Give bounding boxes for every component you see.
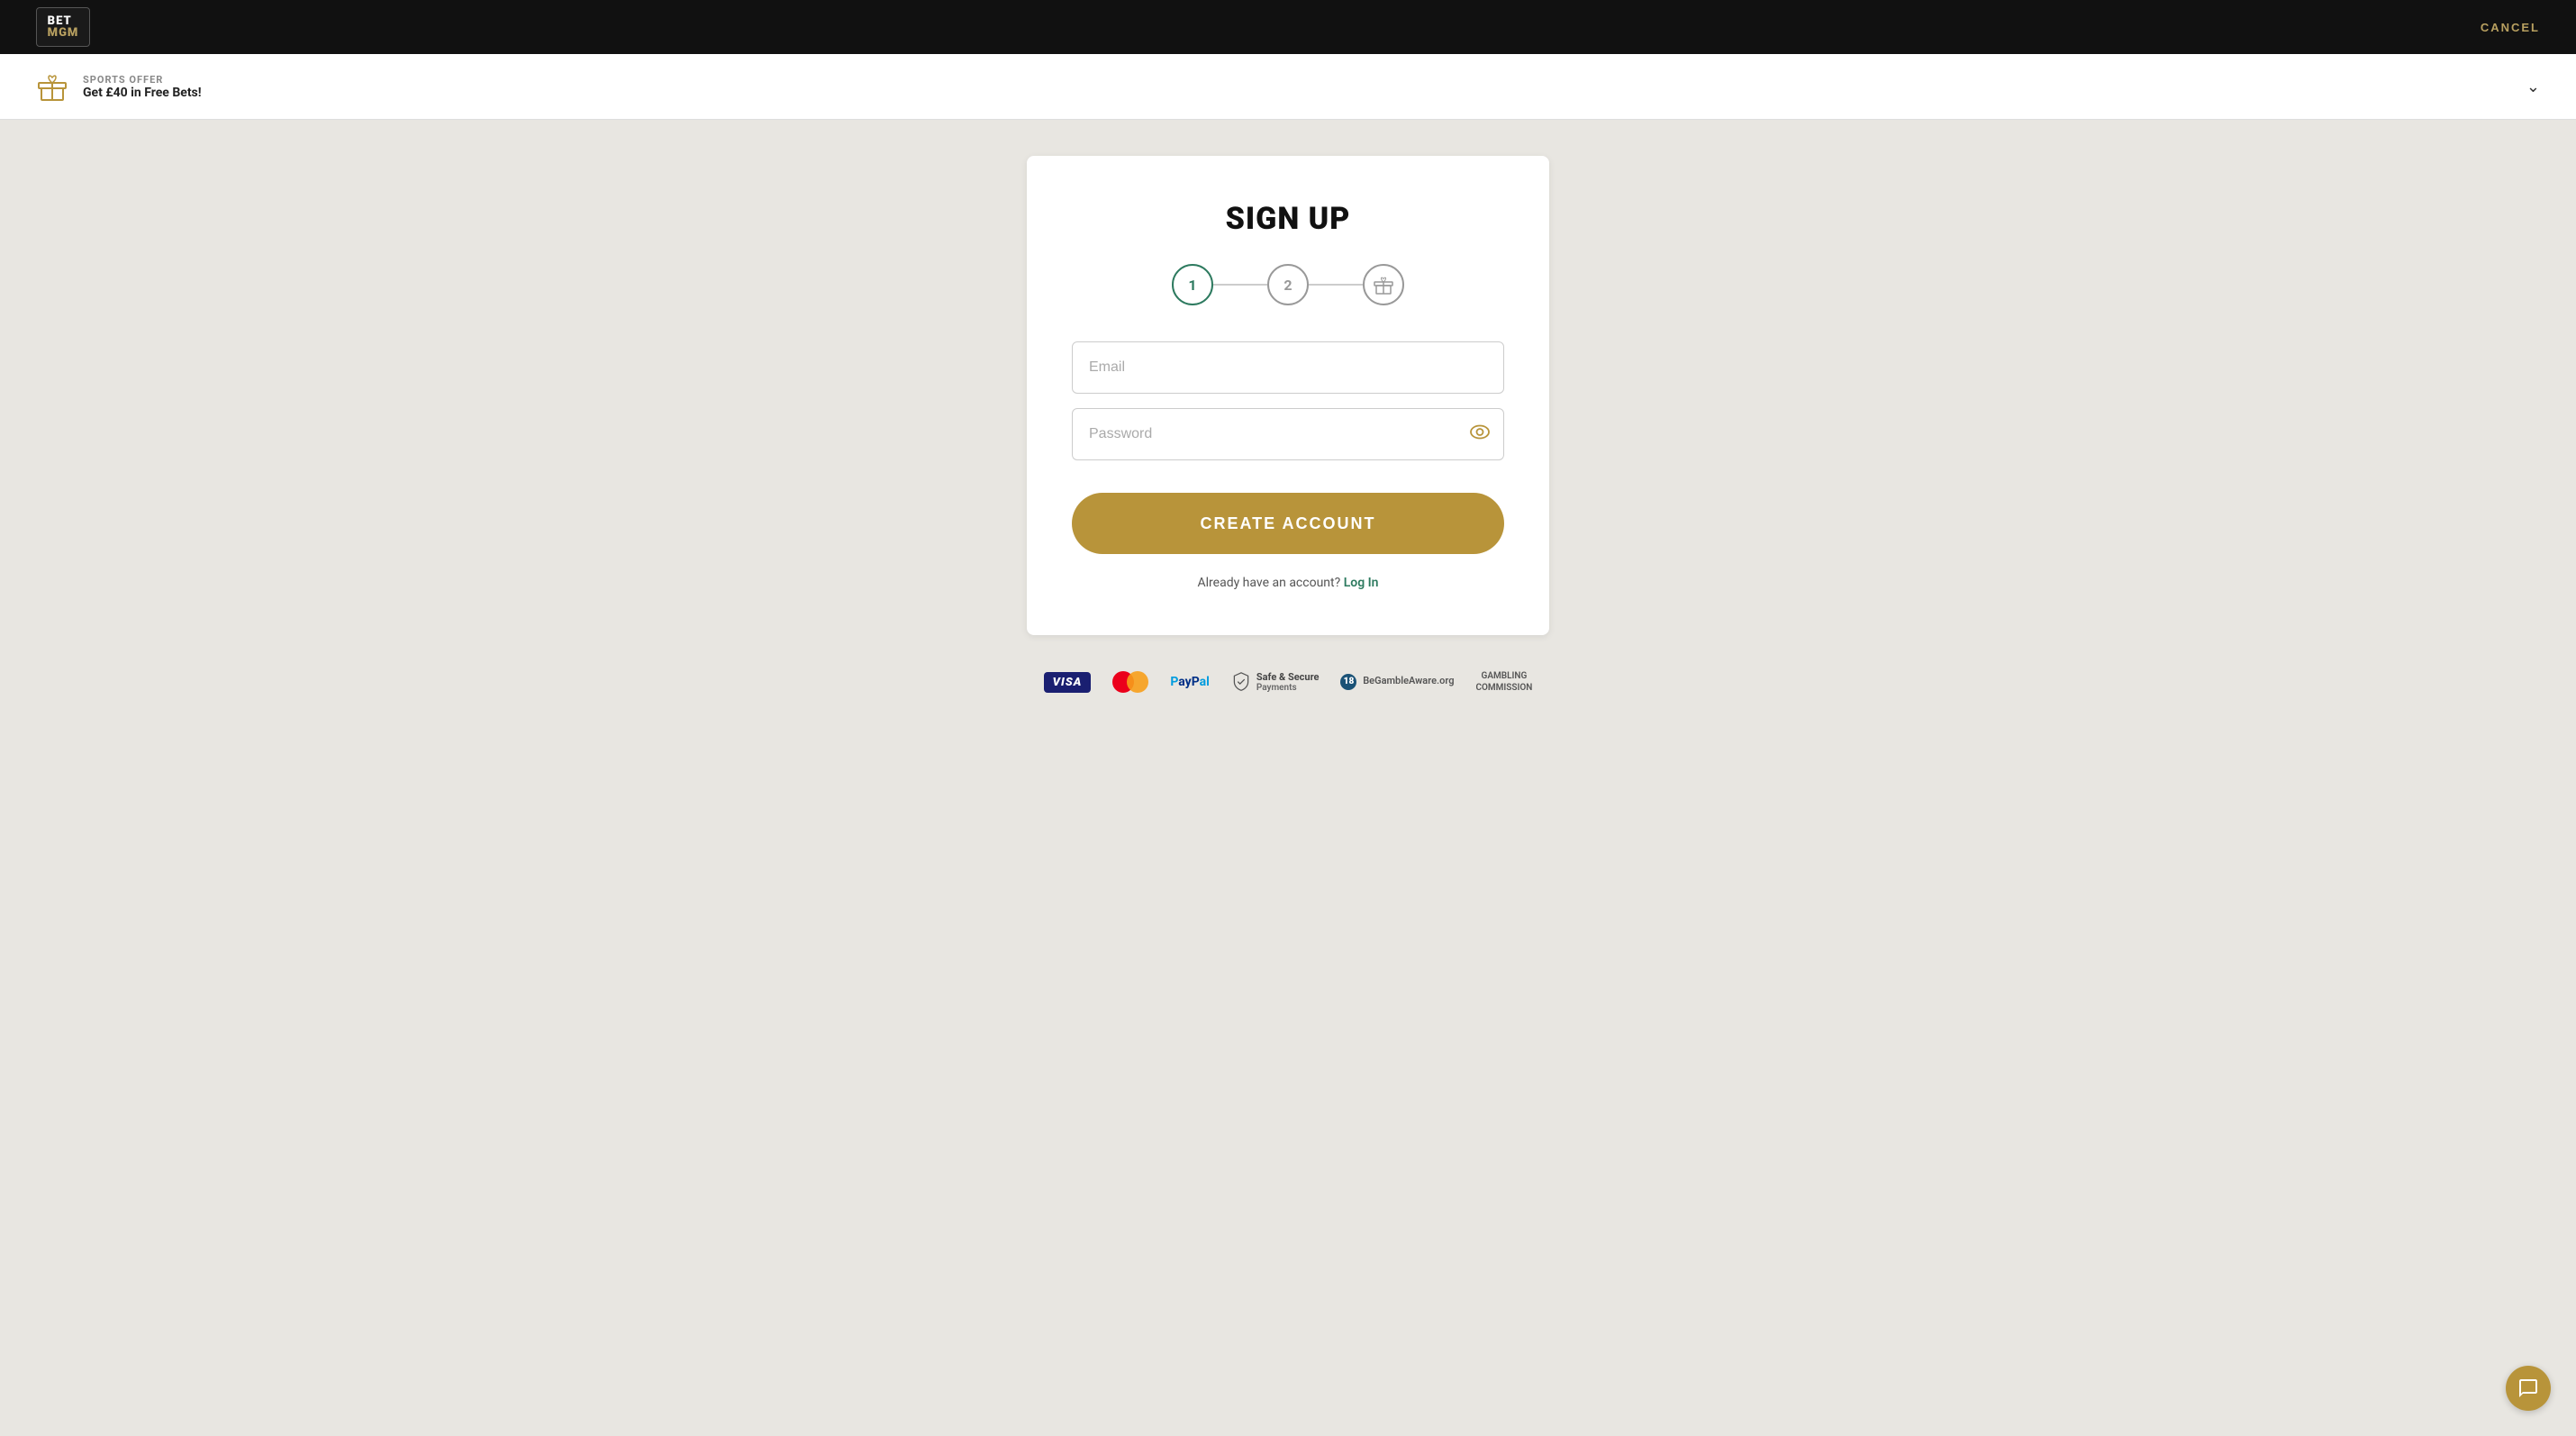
gift-icon — [36, 70, 68, 103]
gambling-commission-badge: GAMBLING COMMISSION — [1475, 668, 1532, 696]
already-have-account: Already have an account? Log In — [1072, 576, 1504, 590]
gambling-commission-text: GAMBLING COMMISSION — [1475, 670, 1532, 694]
mastercard-orange-circle — [1127, 671, 1148, 693]
login-link[interactable]: Log In — [1344, 576, 1379, 590]
create-account-button[interactable]: CREATE ACCOUNT — [1072, 493, 1504, 554]
gambleware-label: BeGambleAware.org — [1363, 675, 1454, 686]
offer-chevron-icon[interactable]: ⌄ — [2526, 77, 2540, 96]
step-gift-icon — [1363, 264, 1404, 305]
offer-left: SPORTS OFFER Get £40 in Free Bets! — [36, 70, 202, 103]
step-1-circle: 1 — [1172, 264, 1213, 305]
chat-bubble-button[interactable] — [2506, 1366, 2551, 1411]
mastercard-badge — [1112, 668, 1148, 696]
logo-area: BET MGM — [36, 7, 90, 47]
visa-badge: VISA — [1044, 668, 1092, 696]
password-wrapper — [1072, 408, 1504, 460]
signup-card: SIGN UP 1 2 — [1027, 156, 1549, 635]
password-input[interactable] — [1072, 408, 1504, 460]
offer-description: Get £40 in Free Bets! — [83, 86, 202, 100]
paypal-badge: PayPal — [1170, 668, 1210, 696]
step-line-1 — [1213, 284, 1267, 286]
password-form-group — [1072, 408, 1504, 460]
footer-payment-icons: VISA PayPal Safe & Secure Payments — [1044, 668, 1533, 696]
show-password-icon[interactable] — [1470, 425, 1490, 444]
offer-text-area: SPORTS OFFER Get £40 in Free Bets! — [83, 74, 202, 100]
step-2-circle: 2 — [1267, 264, 1309, 305]
visa-logo: VISA — [1044, 672, 1092, 693]
steps-progress: 1 2 — [1072, 264, 1504, 305]
step-line-2 — [1309, 284, 1363, 286]
shield-icon — [1231, 672, 1251, 692]
logo-text: BET MGM — [48, 15, 79, 39]
main-content: SIGN UP 1 2 — [0, 120, 2576, 750]
logo-mgm-text: MGM — [48, 27, 79, 39]
offer-label: SPORTS OFFER — [83, 74, 202, 86]
email-form-group — [1072, 341, 1504, 394]
signup-title: SIGN UP — [1072, 201, 1504, 237]
cancel-button[interactable]: CANCEL — [2481, 21, 2540, 34]
safe-secure-badge: Safe & Secure Payments — [1231, 671, 1320, 693]
email-input[interactable] — [1072, 341, 1504, 394]
safe-secure-text: Safe & Secure Payments — [1256, 671, 1320, 693]
logo-box: BET MGM — [36, 7, 90, 47]
offer-banner: SPORTS OFFER Get £40 in Free Bets! ⌄ — [0, 54, 2576, 120]
paypal-logo: PayPal — [1170, 675, 1210, 689]
header: BET MGM CANCEL — [0, 0, 2576, 54]
begambleaware-badge: 18 BeGambleAware.org — [1340, 668, 1454, 696]
